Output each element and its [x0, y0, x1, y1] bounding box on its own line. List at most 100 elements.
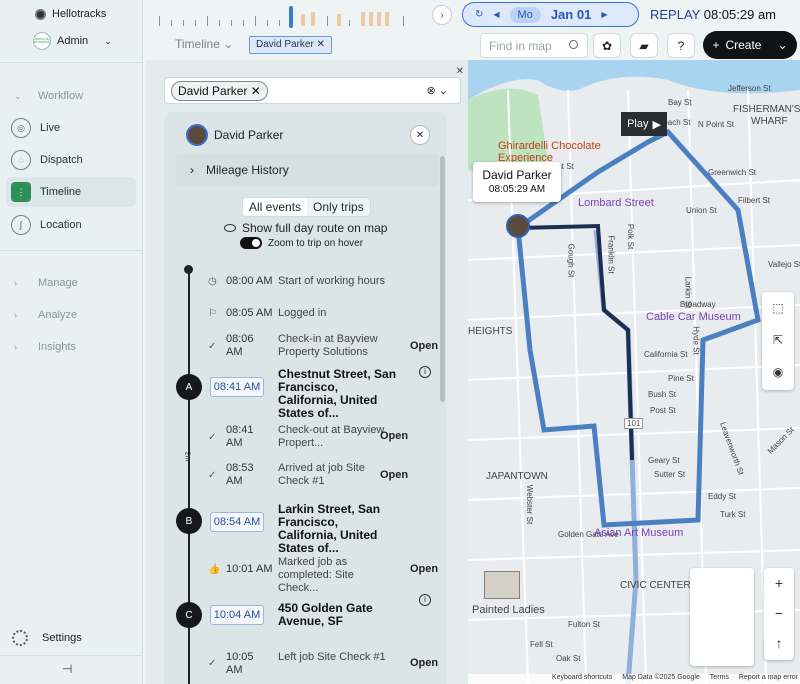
mileage-history-toggle[interactable]: › Mileage History: [176, 154, 438, 186]
tab-all-events[interactable]: All events: [243, 198, 308, 216]
zoom-in-button[interactable]: +: [764, 568, 794, 598]
check-icon: ✓: [208, 341, 217, 352]
openai-icon: ✿: [601, 38, 613, 53]
close-driver-button[interactable]: ✕: [410, 125, 430, 145]
scrollbar[interactable]: [440, 156, 445, 402]
refresh-icon[interactable]: ↻: [475, 9, 483, 20]
replay-time: 08:05:29 am: [703, 7, 777, 22]
painted-ladies-icon: [484, 571, 520, 599]
poi-cable-car-museum[interactable]: Cable Car Museum: [646, 311, 741, 323]
plus-icon: +: [712, 38, 720, 52]
driver-filter[interactable]: David Parker ✕ ⊗ ⌄: [164, 77, 461, 104]
create-label: Create: [725, 38, 762, 52]
close-icon[interactable]: ✕: [251, 84, 261, 98]
street-label: Gough St: [566, 243, 576, 278]
collapse-sidebar-icon[interactable]: ⊣: [62, 662, 72, 676]
street-label: Greenwich St: [708, 168, 757, 177]
timeline-dropdown[interactable]: Timeline ⌄: [175, 37, 233, 51]
recenter-button[interactable]: ↑: [764, 628, 794, 658]
ai-assistant-button[interactable]: ✿: [593, 33, 621, 58]
account-switcher[interactable]: IMPROVE BUSINESS Admin ⌄: [33, 32, 112, 50]
timeline-next-button[interactable]: ›: [432, 5, 452, 25]
keyboard-shortcuts-link[interactable]: Keyboard shortcuts: [552, 674, 612, 684]
info-icon[interactable]: i: [419, 366, 431, 378]
open-event-link[interactable]: Open: [380, 430, 408, 442]
tooltip-name: David Parker: [482, 168, 552, 182]
prev-day-icon[interactable]: ◀: [493, 10, 499, 19]
zoom-out-button[interactable]: −: [764, 598, 794, 628]
map-style-preview[interactable]: [690, 568, 754, 666]
driver-filter-chip[interactable]: David Parker ✕: [171, 81, 268, 101]
timeline-tick: [243, 20, 244, 26]
stop-time[interactable]: 10:04 AM: [210, 605, 264, 625]
day-timeline-strip[interactable]: [151, 2, 416, 28]
play-button[interactable]: Play ▶: [621, 112, 667, 136]
toggle-switch[interactable]: [240, 237, 262, 249]
nav-group-analyze[interactable]: › Analyze: [14, 309, 77, 321]
poi-lombard-street[interactable]: Lombard Street: [578, 197, 654, 209]
nav-item-settings[interactable]: Settings: [12, 630, 82, 646]
event-time: 08:00 AM: [226, 275, 273, 287]
show-full-day-route[interactable]: Show full day route on map: [224, 221, 387, 235]
map[interactable]: FISHERMAN'S WHARF HEIGHTS JAPANTOWN CIVI…: [468, 60, 800, 684]
close-panel-icon[interactable]: ✕: [456, 66, 464, 77]
account-avatar: IMPROVE BUSINESS: [33, 32, 51, 50]
street-label: Vallejo St: [768, 260, 800, 269]
divider: [0, 250, 143, 251]
help-button[interactable]: ?: [667, 33, 695, 58]
stop-time[interactable]: 08:54 AM: [210, 512, 264, 532]
clear-filter-icon[interactable]: ⊗ ⌄: [427, 84, 449, 97]
open-event-link[interactable]: Open: [410, 657, 438, 669]
nav-group-manage[interactable]: › Manage: [14, 277, 78, 289]
select-area-icon[interactable]: ⬚: [762, 292, 794, 324]
timeline-cursor[interactable]: [289, 6, 293, 28]
nav-item-dispatch[interactable]: ◌ Dispatch: [6, 145, 136, 175]
map-tools: ⬚ ⇱ ◉: [762, 292, 794, 390]
report-error-link[interactable]: Report a map error: [739, 674, 798, 684]
open-event-link[interactable]: Open: [410, 563, 438, 575]
help-label: ?: [677, 38, 685, 53]
chevron-down-icon: ⌄: [223, 37, 234, 51]
messages-button[interactable]: ▰: [630, 33, 658, 58]
date-selector[interactable]: ↻ ◀ Mo Jan 01 ▶: [462, 2, 639, 27]
event-text: Logged in: [278, 307, 327, 319]
create-button[interactable]: + Create ⌄: [703, 31, 797, 59]
event-text: Check-in at Bayview Property Solutions: [278, 333, 378, 358]
poi-asian-art-museum[interactable]: Asian Art Museum: [594, 527, 683, 539]
toolbar: Timeline ⌄ David Parker ✕ ✿ ▰ ? + Create…: [143, 30, 800, 60]
chevron-right-icon: ›: [190, 163, 194, 177]
terms-link[interactable]: Terms: [710, 674, 729, 684]
route-pointer-icon[interactable]: ⇱: [762, 324, 794, 356]
poi-ghirardelli[interactable]: Ghirardelli Chocolate Experience: [498, 140, 618, 164]
next-day-icon[interactable]: ▶: [601, 10, 607, 19]
eye-icon[interactable]: ◉: [762, 356, 794, 388]
timeline-tick: [219, 20, 220, 26]
tab-only-trips[interactable]: Only trips: [307, 198, 370, 216]
nav-group-workflow[interactable]: ⌄ Workflow: [14, 90, 83, 102]
nav-item-live[interactable]: ◎ Live: [6, 113, 136, 143]
open-event-link[interactable]: Open: [410, 340, 438, 352]
account-name: Admin: [57, 35, 89, 47]
stop-time[interactable]: 08:41 AM: [210, 377, 264, 397]
nav-group-label: Manage: [38, 277, 78, 289]
stop-marker-b[interactable]: B: [176, 508, 202, 534]
nav-item-timeline[interactable]: ⋮ Timeline: [6, 177, 136, 207]
stop-address: 450 Golden Gate Avenue, SF: [278, 601, 373, 628]
tooltip-time: 08:05:29 AM: [488, 184, 546, 195]
open-event-link[interactable]: Open: [380, 469, 408, 481]
info-icon[interactable]: i: [419, 594, 431, 606]
street-label: Filbert St: [738, 196, 771, 205]
brand[interactable]: Hellotracks: [35, 8, 106, 20]
nav-item-location[interactable]: ∫ Location: [6, 210, 136, 240]
nav-group-insights[interactable]: › Insights: [14, 341, 76, 353]
stop-marker-c[interactable]: C: [176, 602, 202, 628]
timeline-tick: [327, 16, 328, 26]
close-icon[interactable]: ✕: [317, 39, 325, 50]
zoom-on-hover-toggle[interactable]: Zoom to trip on hover: [240, 237, 363, 249]
filter-chip-driver[interactable]: David Parker ✕: [249, 36, 332, 54]
chevron-down-icon: ⌄: [14, 90, 22, 101]
timeline-tick: [403, 16, 404, 26]
chevron-right-icon: ›: [14, 278, 17, 288]
stop-marker-a[interactable]: A: [176, 374, 202, 400]
driver-location-pin[interactable]: [506, 214, 530, 238]
